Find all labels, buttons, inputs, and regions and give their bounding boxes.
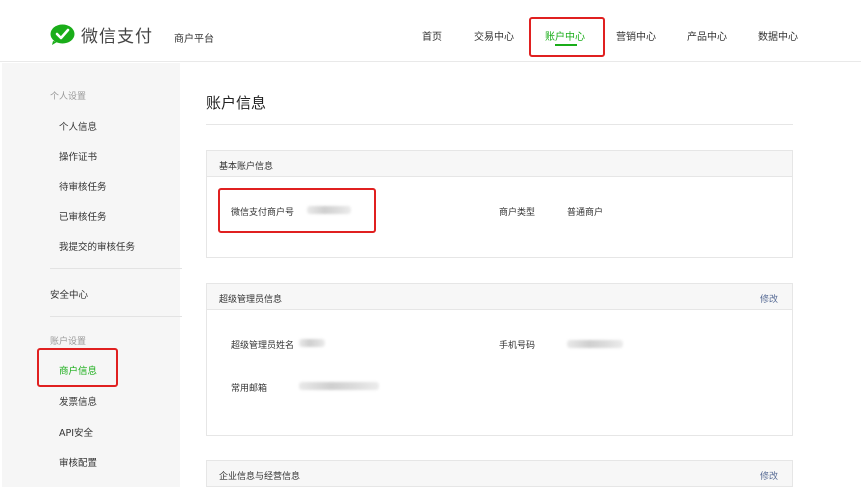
nav-data[interactable]: 数据中心 [758, 28, 798, 43]
sidebar-item-pending-review[interactable]: 待审核任务 [59, 179, 107, 193]
phone-label: 手机号码 [499, 341, 536, 351]
card-header: 基本账户信息 [207, 151, 792, 177]
sidebar-item-review-config[interactable]: 审核配置 [59, 455, 97, 469]
edit-enterprise-link[interactable]: 修改 [760, 469, 778, 482]
sidebar-item-invoice[interactable]: 发票信息 [59, 394, 97, 408]
edit-admin-link[interactable]: 修改 [760, 292, 778, 305]
highlight-box-account-center [529, 17, 605, 57]
card-title: 基本账户信息 [219, 162, 274, 172]
sidebar-item-security[interactable]: 安全中心 [50, 287, 88, 301]
platform-label: 商户平台 [174, 34, 214, 45]
sidebar-item-my-submitted[interactable]: 我提交的审核任务 [59, 239, 135, 253]
sidebar-divider [50, 268, 182, 269]
super-admin-card: 超级管理员信息 修改 超级管理员姓名 手机号码 常用邮箱 [206, 283, 793, 436]
merchant-type-label: 商户类型 [499, 208, 536, 218]
nav-home[interactable]: 首页 [422, 28, 442, 43]
email-label: 常用邮箱 [231, 384, 268, 394]
sidebar-item-reviewed[interactable]: 已审核任务 [59, 209, 107, 223]
nav-marketing[interactable]: 营销中心 [616, 28, 656, 43]
top-header: 微信支付 商户平台 首页 交易中心 账户中心 营销中心 产品中心 数据中心 [0, 6, 861, 62]
sidebar-group-account: 账户设置 [50, 337, 87, 347]
merchant-type-value: 普通商户 [567, 208, 604, 218]
sidebar-item-personal-info[interactable]: 个人信息 [59, 119, 97, 133]
nav-products[interactable]: 产品中心 [687, 28, 727, 43]
sidebar: 个人设置 个人信息 操作证书 待审核任务 已审核任务 我提交的审核任务 安全中心… [2, 63, 182, 487]
phone-value-redacted [567, 340, 623, 348]
card-header: 超级管理员信息 修改 [207, 284, 792, 310]
wechat-pay-logo-icon [50, 24, 75, 45]
logo[interactable]: 微信支付 [50, 22, 153, 47]
sidebar-group-personal: 个人设置 [50, 92, 87, 102]
sidebar-item-api-security[interactable]: API安全 [59, 425, 93, 439]
email-value-redacted [299, 382, 379, 390]
sidebar-divider [50, 316, 182, 317]
logo-text: 微信支付 [81, 27, 153, 47]
sidebar-item-certificates[interactable]: 操作证书 [59, 149, 97, 163]
page-title: 账户信息 [206, 94, 267, 112]
nav-transactions[interactable]: 交易中心 [474, 28, 514, 43]
card-title: 企业信息与经营信息 [219, 472, 301, 482]
admin-name-label: 超级管理员姓名 [231, 341, 295, 351]
card-header: 企业信息与经营信息 修改 [207, 461, 792, 487]
admin-name-value-redacted [299, 339, 325, 347]
highlight-box-merchant-info [37, 348, 118, 387]
title-divider [206, 124, 793, 125]
highlight-box-merchant-id [218, 188, 376, 233]
card-title: 超级管理员信息 [219, 295, 283, 305]
enterprise-info-card: 企业信息与经营信息 修改 [206, 460, 793, 487]
